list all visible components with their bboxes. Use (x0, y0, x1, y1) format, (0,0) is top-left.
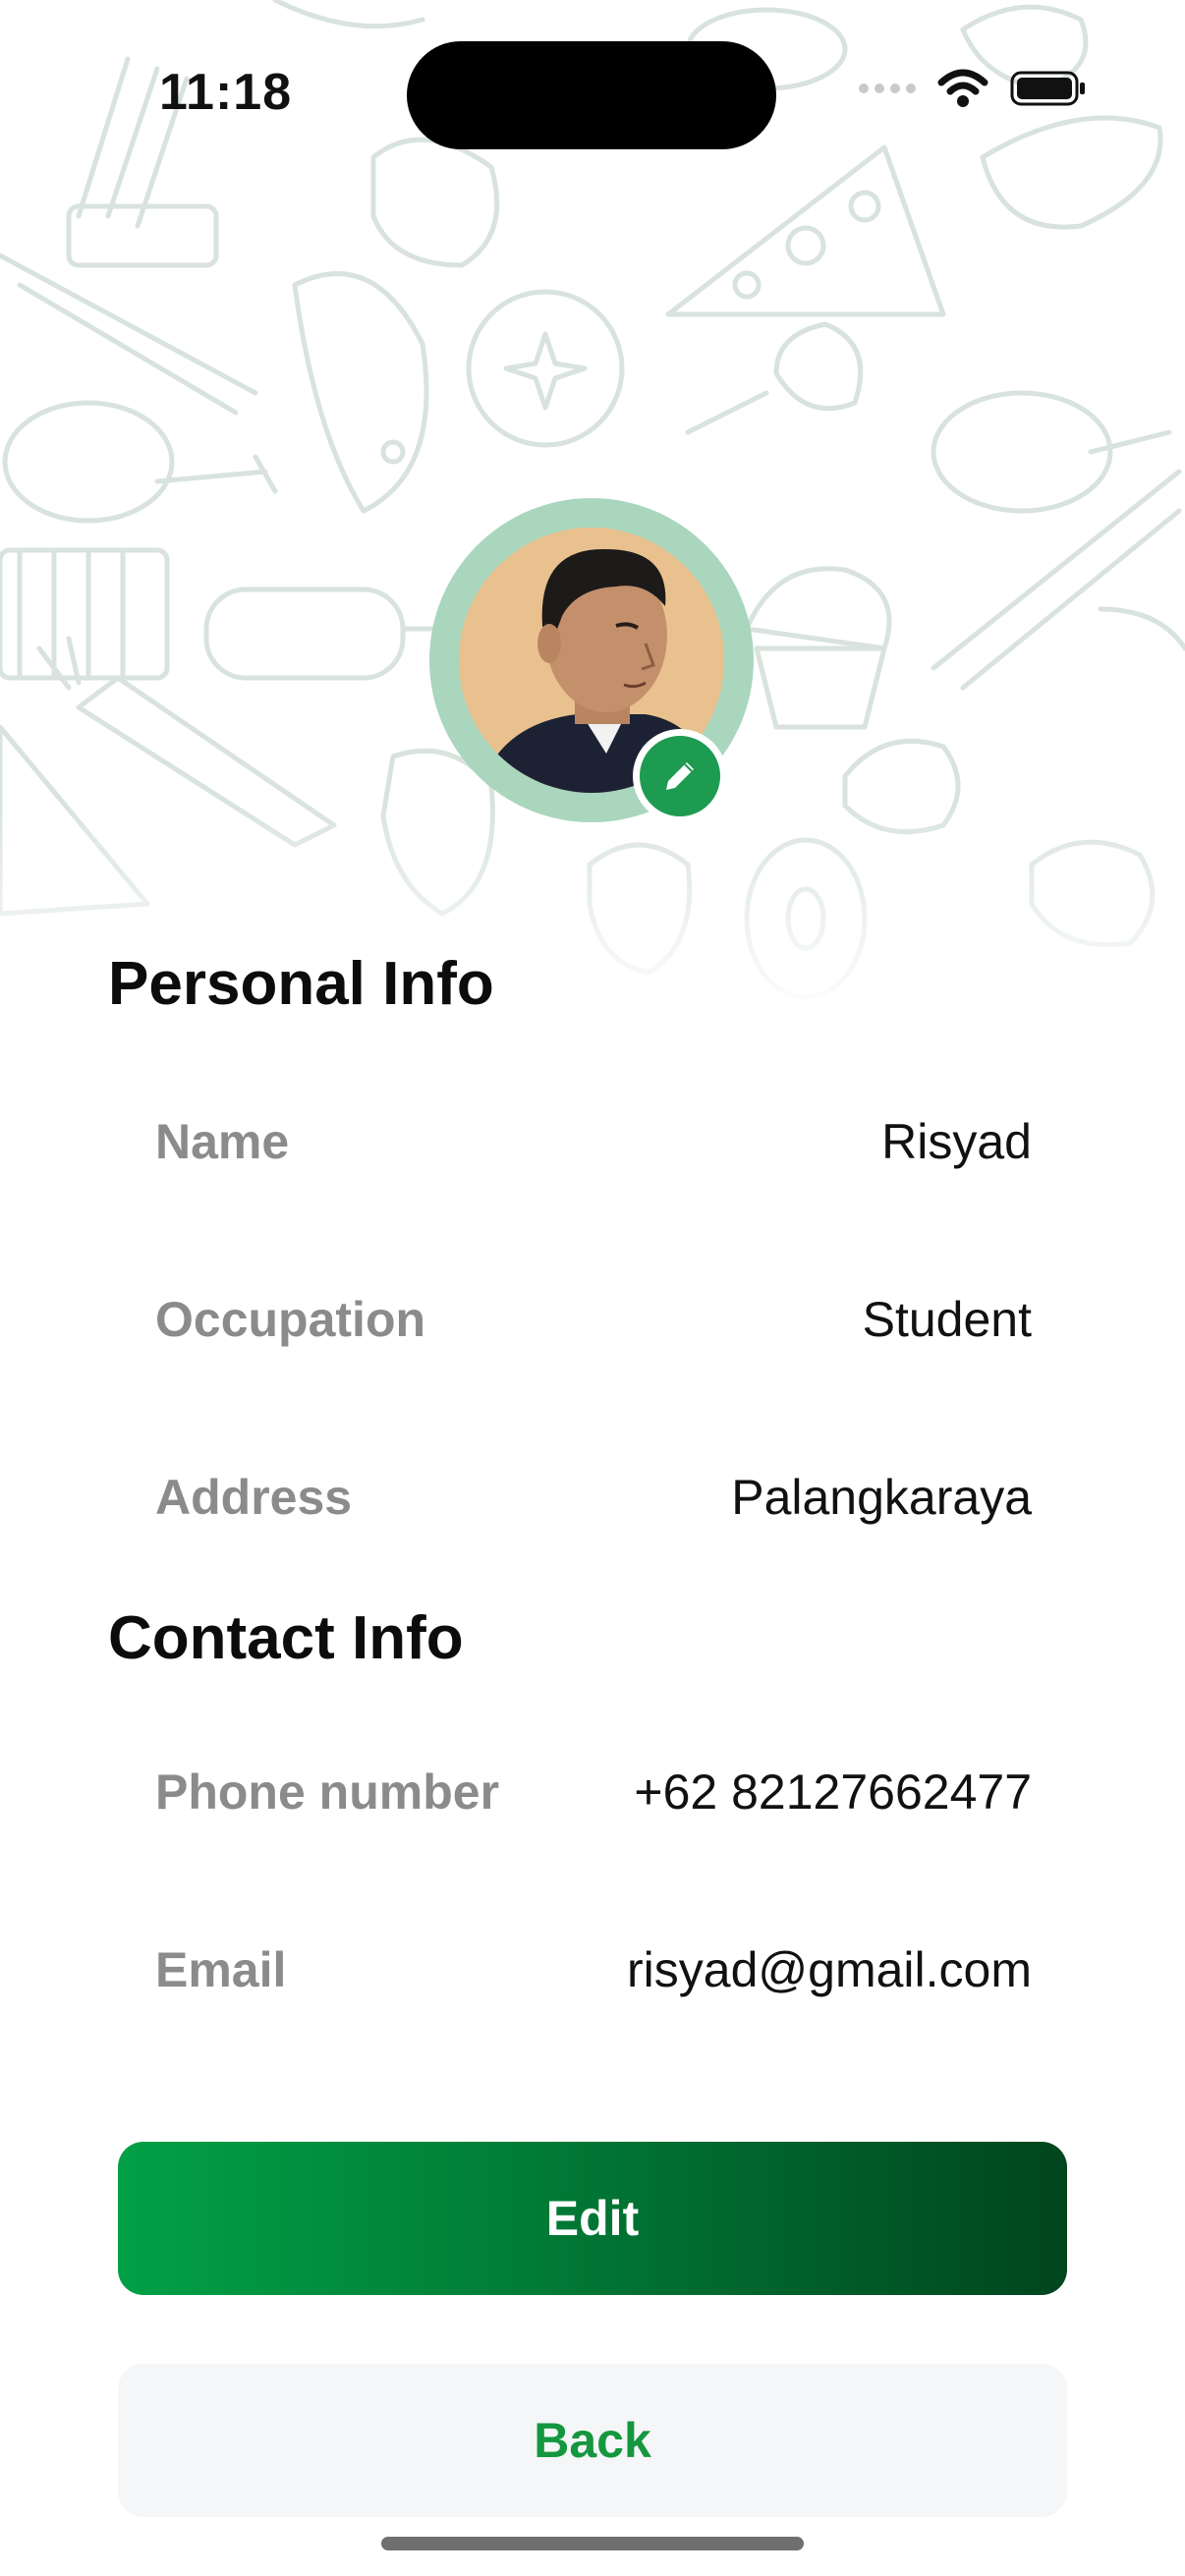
field-label: Phone number (155, 1764, 500, 1820)
battery-icon (1010, 71, 1085, 106)
edit-photo-button[interactable] (633, 729, 727, 823)
info-row-phone: Phone number +62 82127662477 (155, 1753, 1032, 1831)
field-value: Palangkaraya (731, 1470, 1032, 1525)
field-label: Name (155, 1114, 290, 1169)
personal-info-title: Personal Info (108, 950, 494, 1018)
info-row-email: Email risyad@gmail.com (155, 1931, 1032, 2009)
home-indicator[interactable] (381, 2537, 804, 2550)
edit-button[interactable]: Edit (118, 2142, 1067, 2295)
wifi-icon (937, 69, 988, 107)
pencil-icon (666, 762, 694, 790)
field-value: +62 82127662477 (634, 1764, 1032, 1820)
field-label: Address (155, 1470, 353, 1525)
info-row-address: Address Palangkaraya (155, 1458, 1032, 1537)
field-value: Student (862, 1292, 1032, 1347)
status-time: 11:18 (159, 64, 293, 121)
info-row-occupation: Occupation Student (155, 1280, 1032, 1359)
field-label: Email (155, 1942, 287, 1997)
cellular-signal-icon (859, 84, 916, 93)
contact-info-title: Contact Info (108, 1604, 464, 1672)
profile-avatar-section (429, 498, 754, 823)
field-value: risyad@gmail.com (627, 1942, 1032, 1997)
status-icons (859, 69, 1087, 108)
status-bar: 11:18 (0, 0, 1185, 196)
back-button[interactable]: Back (118, 2364, 1067, 2517)
info-row-name: Name Risyad (155, 1102, 1032, 1181)
field-value: Risyad (881, 1114, 1032, 1169)
dynamic-island (407, 41, 776, 149)
field-label: Occupation (155, 1292, 426, 1347)
